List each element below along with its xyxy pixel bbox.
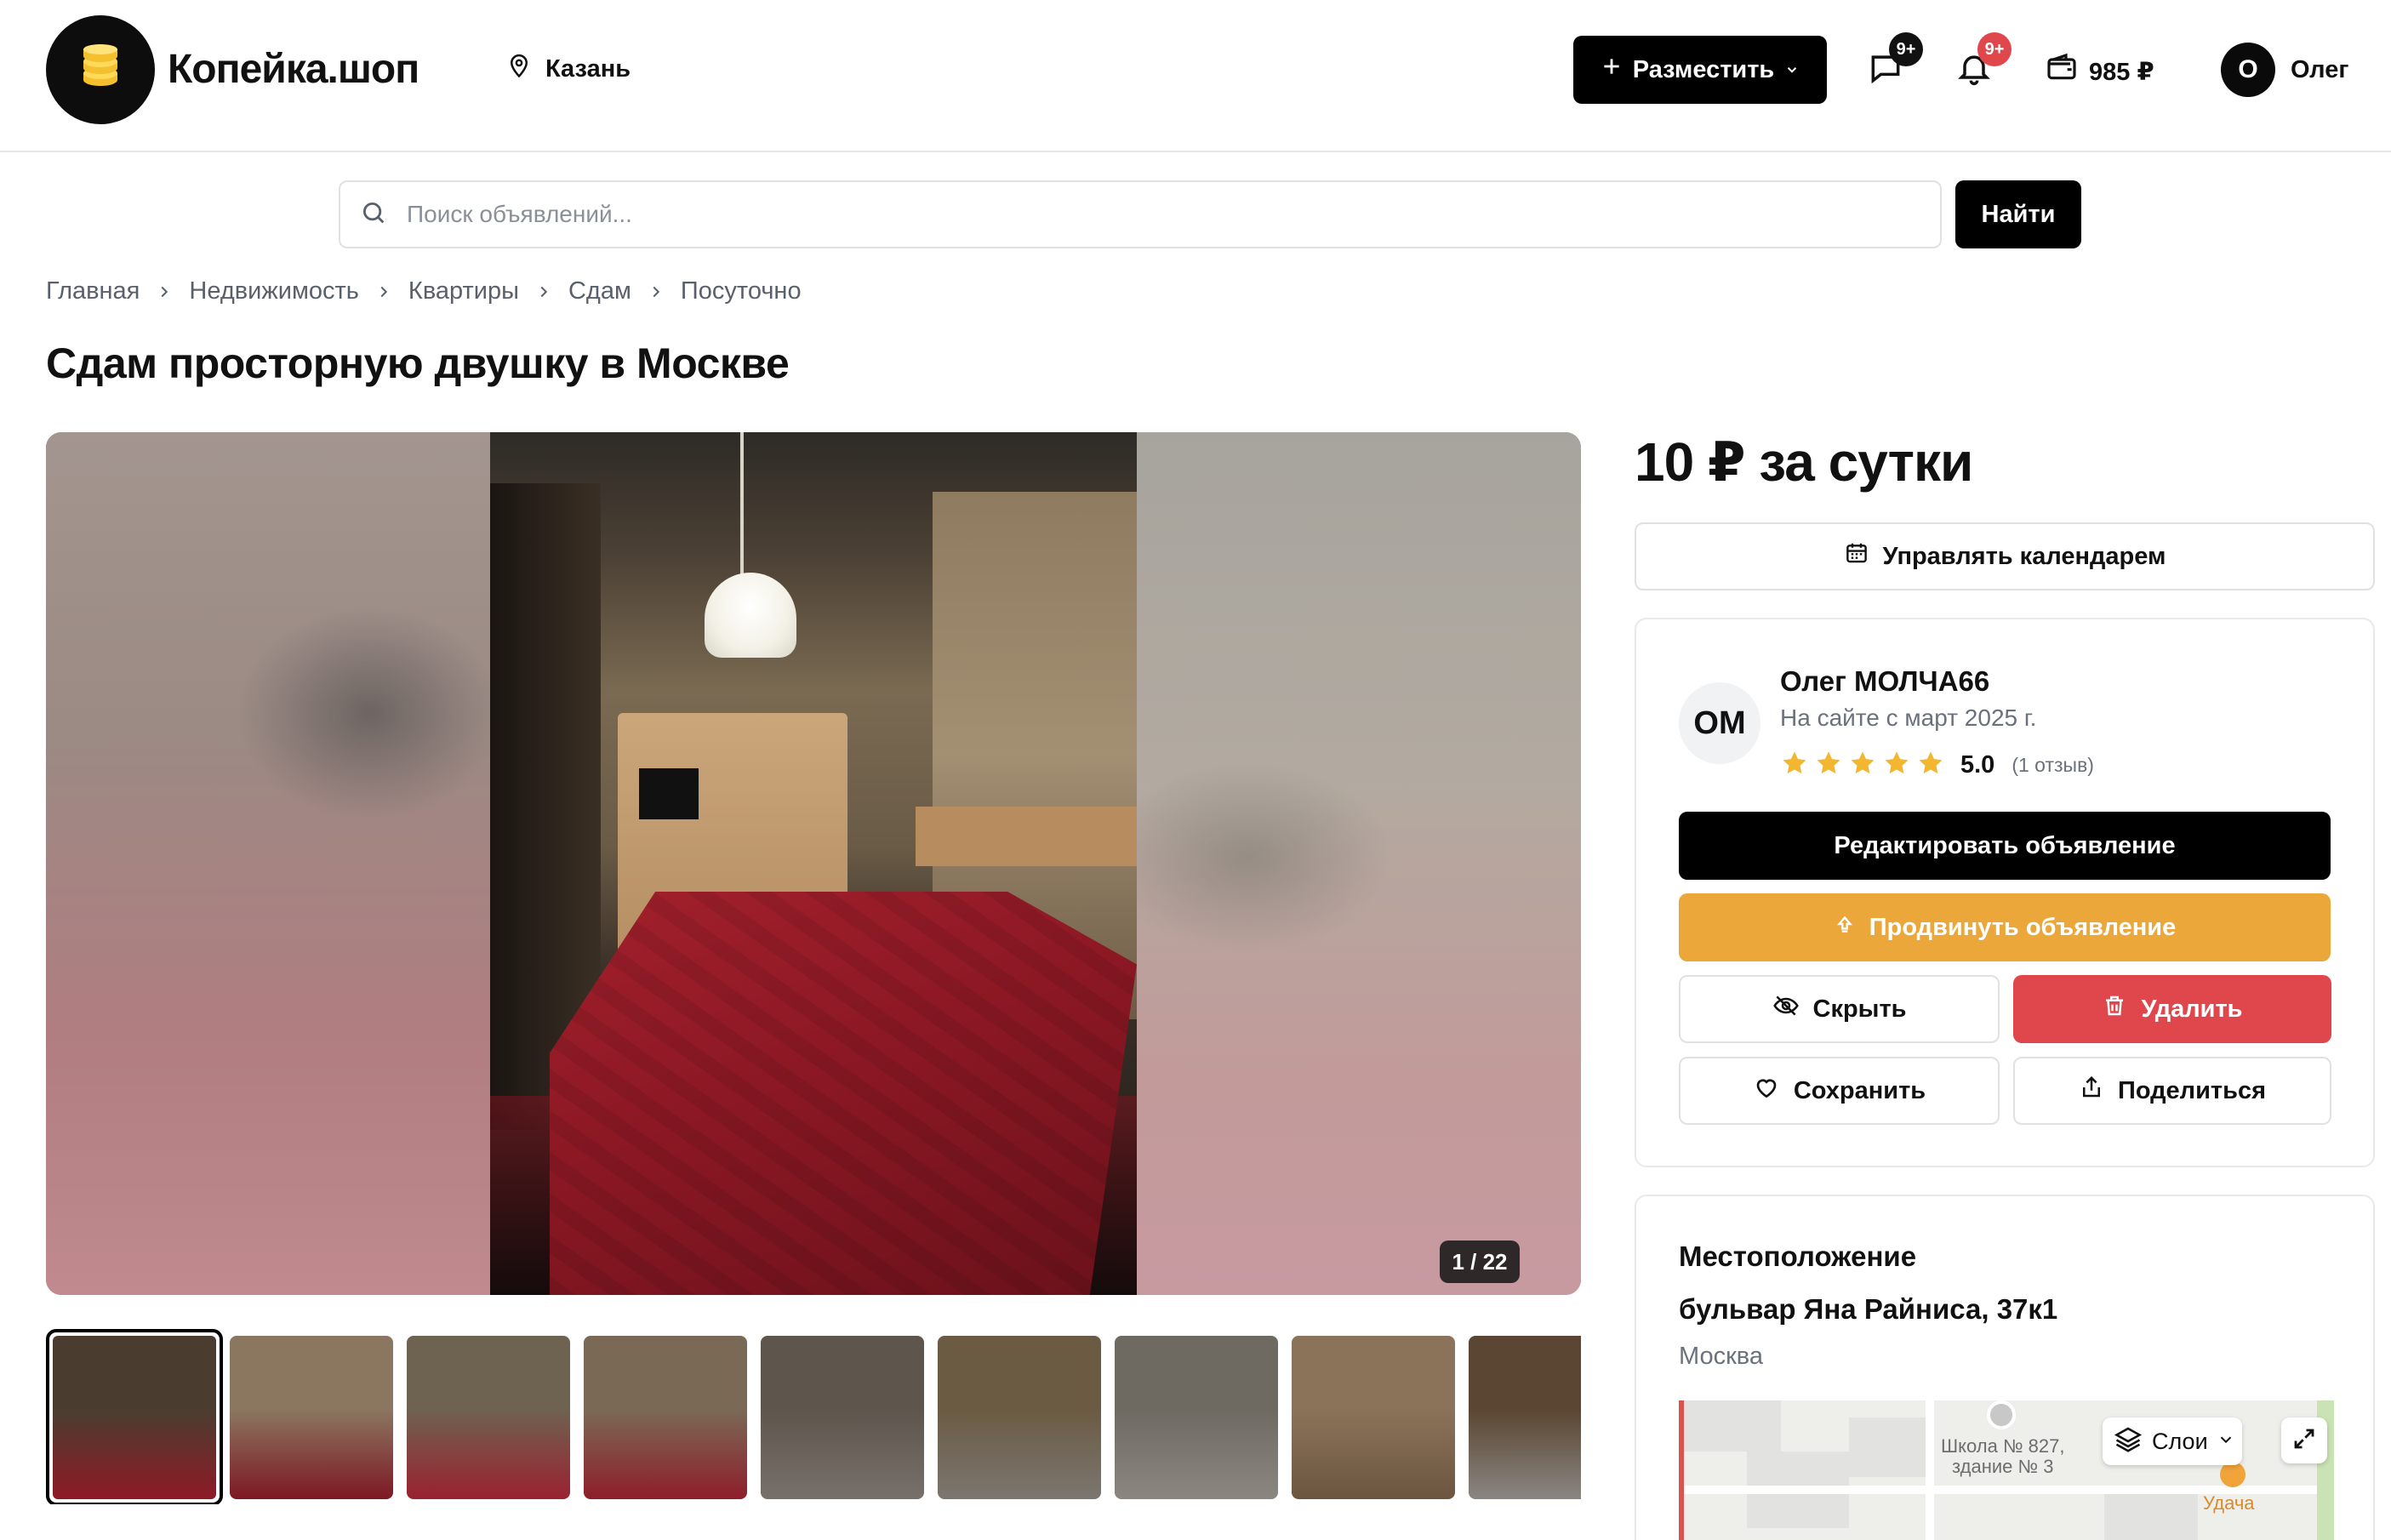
location-title: Местоположение [1679,1241,1917,1272]
heart-icon [1753,1074,1780,1108]
expand-icon [2291,1426,2317,1456]
user-name: Олег [2291,55,2349,83]
search-button[interactable]: Найти [1955,180,2081,248]
listing-price: 10 ₽ за сутки [1635,431,1973,493]
chevron-down-icon [2217,1429,2235,1455]
map-school-label: Школа № 827, здание № 3 [1941,1435,2065,1477]
breadcrumb-apartments[interactable]: Квартиры [408,277,519,305]
star-icon [1780,749,1809,782]
chevron-right-icon [155,282,174,301]
seller-avatar[interactable]: ОМ [1679,682,1760,764]
location-card: Местоположение бульвар Яна Райниса, 37к1… [1635,1195,2375,1540]
breadcrumb: Главная Недвижимость Квартиры Сдам Посут… [46,277,802,305]
star-icon [1814,749,1843,782]
promote-listing-label: Продвинуть объявление [1869,913,2177,941]
manage-calendar-button[interactable]: Управлять календарем [1635,522,2375,590]
reviews-count[interactable]: (1 отзыв) [2012,754,2094,777]
breadcrumb-home[interactable]: Главная [46,277,140,305]
manage-calendar-label: Управлять календарем [1882,542,2166,570]
seller-rating: 5.0 (1 отзыв) [1780,749,2094,782]
breadcrumb-rent[interactable]: Сдам [568,277,631,305]
thumbnail[interactable] [46,1329,223,1504]
gallery-blur-left [46,432,490,1295]
rating-value: 5.0 [1960,751,1995,779]
breadcrumb-daily[interactable]: Посуточно [681,277,802,305]
hide-listing-label: Скрыть [1812,995,1907,1023]
promote-arrow-icon [1834,913,1856,942]
search-icon [359,198,388,231]
seller-card: ОМ Олег МОЛЧА66 На сайте с март 2025 г. … [1635,618,2375,1167]
delete-listing-label: Удалить [2141,995,2243,1023]
logo-text[interactable]: Копейка.шоп [168,46,419,93]
thumbnail[interactable] [407,1336,570,1499]
notifications-badge: 9+ [1977,32,2012,66]
thumbnail[interactable] [1469,1336,1581,1499]
plus-icon [1601,55,1623,84]
thumbnail[interactable] [938,1336,1101,1499]
page-title: Сдам просторную двушку в Москве [46,339,790,387]
location-address: бульвар Яна Райниса, 37к1 [1679,1293,2058,1325]
photo-counter: 1 / 22 [1440,1241,1520,1283]
site-header: Копейка.шоп Казань Разместить 9+ 9+ 985 … [0,0,2391,152]
edit-listing-label: Редактировать объявление [1834,831,2176,859]
seller-member-since: На сайте с март 2025 г. [1780,704,2037,731]
thumbnail[interactable] [1115,1336,1278,1499]
promote-listing-button[interactable]: Продвинуть объявление [1679,893,2331,961]
thumbnail[interactable] [761,1336,924,1499]
seller-name[interactable]: Олег МОЛЧА66 [1780,665,1989,698]
thumbnail[interactable] [230,1336,393,1499]
breadcrumb-real-estate[interactable]: Недвижимость [189,277,359,305]
notifications-button[interactable]: 9+ [1949,32,2012,95]
layers-icon [2113,1423,2143,1460]
share-listing-label: Поделиться [2117,1076,2267,1104]
delete-listing-button[interactable]: Удалить [2013,975,2331,1043]
search-bar [339,180,1942,248]
wallet-amount: 985 ₽ [2089,58,2154,86]
location-city: Москва [1679,1343,1764,1370]
location-pin-icon [506,53,532,85]
trash-icon [2102,993,2127,1025]
chevron-right-icon [374,282,393,301]
star-icon [1916,749,1945,782]
map-layers-button[interactable]: Слои [2103,1417,2242,1465]
post-listing-label: Разместить [1632,55,1775,83]
share-listing-button[interactable]: Поделиться [2013,1057,2331,1125]
main-photo[interactable] [490,432,1137,1295]
messages-badge: 9+ [1889,32,1923,66]
map-layers-label: Слои [2152,1428,2208,1454]
photo-gallery[interactable] [46,432,1581,1295]
messages-button[interactable]: 9+ [1860,32,1923,95]
map-poi-label: Удача [2203,1492,2255,1514]
thumbnail[interactable] [1292,1336,1455,1499]
city-selector[interactable]: Казань [506,53,631,85]
save-listing-button[interactable]: Сохранить [1679,1057,2000,1125]
eye-off-icon [1772,992,1800,1026]
post-listing-button[interactable]: Разместить [1573,36,1827,104]
location-map[interactable]: Школа № 827, здание № 3 Удача Слои [1679,1400,2334,1540]
star-icon [1882,749,1911,782]
user-menu[interactable]: О Олег [2221,43,2348,97]
map-marker-icon [1987,1400,2016,1429]
wallet-icon [2045,51,2079,92]
wallet-balance[interactable]: 985 ₽ [2045,51,2154,92]
thumbnail[interactable] [584,1336,747,1499]
thumbnail-strip [46,1329,1581,1504]
map-expand-button[interactable] [2281,1417,2327,1463]
calendar-icon [1844,540,1869,573]
chevron-down-icon [1784,56,1800,84]
avatar: О [2221,43,2275,97]
store-marker-icon [2220,1462,2245,1487]
share-icon [2079,1075,2104,1107]
hide-listing-button[interactable]: Скрыть [1679,975,2000,1043]
gallery-blur-right [1137,432,1581,1295]
chevron-right-icon [647,282,665,301]
logo-coins-icon[interactable] [46,15,155,124]
search-input[interactable] [407,201,1904,228]
save-listing-label: Сохранить [1793,1076,1926,1104]
star-icon [1848,749,1877,782]
city-name: Казань [545,54,631,83]
chevron-right-icon [534,282,553,301]
edit-listing-button[interactable]: Редактировать объявление [1679,812,2331,880]
